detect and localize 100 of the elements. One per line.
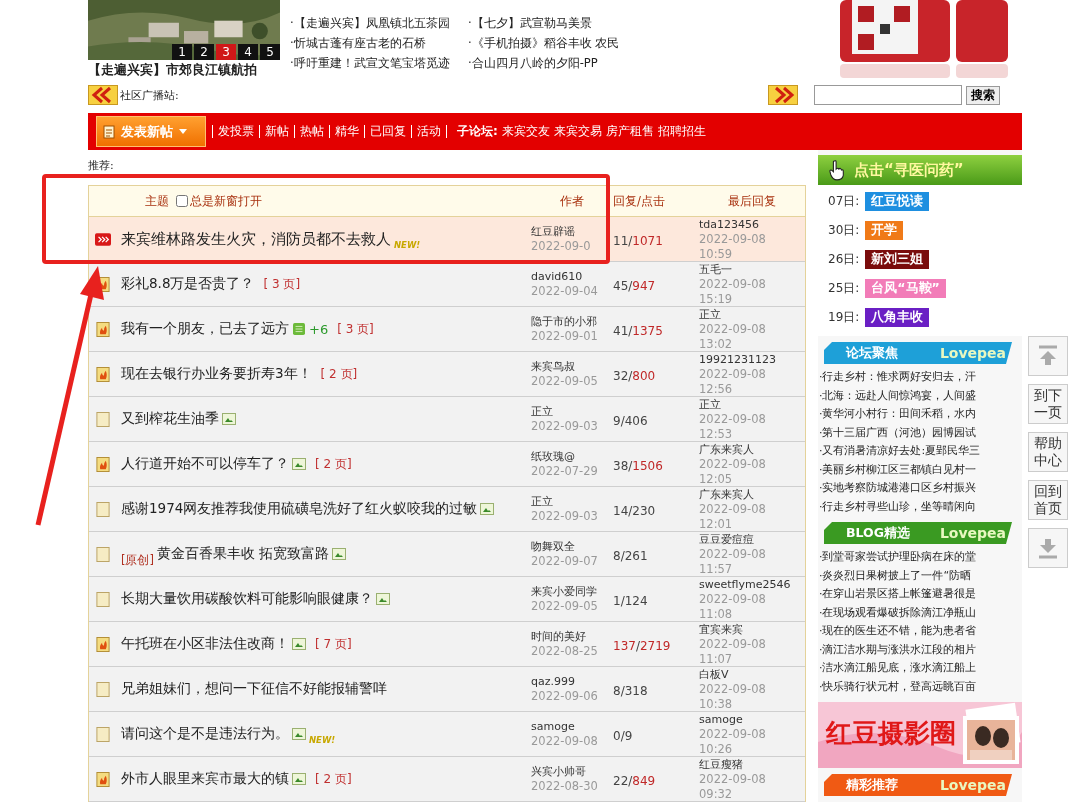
topic-row[interactable]: 现在去银行办业务要折寿3年！ [ 2 页] 来宾鸟叔 2022-09-05 32/800 19921231123 2022-09-08 12:56: [89, 352, 805, 397]
nav-link[interactable]: 发投票: [212, 125, 260, 138]
sidebar-link[interactable]: ·第十三届广西（河池）园博园试: [819, 423, 1022, 442]
author-name[interactable]: 正立: [531, 404, 613, 419]
author-name[interactable]: 吻舞双全: [531, 539, 613, 554]
last-reply-user[interactable]: samoge: [699, 712, 805, 727]
author-name[interactable]: 来宾鸟叔: [531, 359, 613, 374]
page-count-link[interactable]: [ 7 页]: [315, 635, 352, 653]
topic-title[interactable]: 兄弟姐妹们，想问一下征信不好能报辅警咩: [121, 680, 387, 698]
event-tag[interactable]: 八角丰收: [865, 308, 930, 327]
author-name[interactable]: qaz.999: [531, 674, 613, 689]
sidebar-link[interactable]: ·到堂哥家尝试护理卧病在床的堂: [819, 548, 1022, 567]
slide-tab[interactable]: 3: [216, 44, 236, 60]
page-count-link[interactable]: [ 2 页]: [315, 455, 352, 473]
sidebar-link[interactable]: ·黄华河小村行：田间禾稻，水内: [819, 405, 1022, 424]
author-name[interactable]: 纸玫瑰@: [531, 449, 613, 464]
topic-row[interactable]: 又到榨花生油季 正立 2022-09-03 9/406 正立 2022-09-08 12:53: [89, 397, 805, 442]
page-count-link[interactable]: [ 2 页]: [320, 365, 358, 383]
sidebar-link[interactable]: ·美丽乡村柳江区三都镇白见村一: [819, 460, 1022, 479]
topic-row[interactable]: 请问这个是不是违法行为。 NEW! samoge 2022-09-08 0/9 samoge 2022-09-08 10:26: [89, 712, 805, 757]
sidebar-link[interactable]: ·行走乡村：惟求两好安归去，汗: [819, 368, 1022, 387]
news-link[interactable]: ·合山四月八岭的夕阳-PP: [468, 54, 646, 72]
slide-tab[interactable]: 1: [172, 44, 192, 60]
sidebar-link[interactable]: ·实地考察防城港港口区乡村振兴: [819, 479, 1022, 498]
topic-title[interactable]: 现在去银行办业务要折寿3年！: [121, 365, 312, 383]
sidebar-link[interactable]: ·炎炎烈日果树披上了一件“防晒: [819, 566, 1022, 585]
author-name[interactable]: 红豆辟谣: [531, 224, 613, 239]
checkbox[interactable]: [176, 195, 188, 207]
nav-link[interactable]: 热帖: [295, 125, 330, 138]
float-nav-button[interactable]: 帮助中心: [1028, 432, 1068, 472]
subforum-link[interactable]: 来宾交友: [501, 123, 550, 140]
last-reply-user[interactable]: tda123456: [699, 217, 805, 232]
author-name[interactable]: 正立: [531, 494, 613, 509]
last-reply-user[interactable]: 正立: [699, 307, 805, 322]
topic-title[interactable]: 外市人眼里来宾市最大的镇: [121, 770, 289, 788]
topic-row[interactable]: [原创] 黄金百香果丰收 拓宽致富路 吻舞双全 2022-09-07 8/261 豆豆爱痘痘 2022-09-08 11:57: [89, 532, 805, 577]
sidebar-link[interactable]: ·现在的医生还不错，能为患者省: [819, 622, 1022, 641]
search-button[interactable]: 搜索: [966, 85, 1000, 105]
nav-link[interactable]: 新帖: [260, 125, 295, 138]
news-link[interactable]: ·《手机拍摄》稻谷丰收 农民: [468, 34, 646, 52]
topic-row[interactable]: 感谢1974网友推荐我使用硫磺皂洗好了红火蚁咬我的过敏 正立 2022-09-03 14/230 广东来宾人 2022-09-08 12:01: [89, 487, 805, 532]
author-name[interactable]: david610: [531, 269, 613, 284]
subforum-link[interactable]: 招聘招生: [657, 123, 706, 140]
topic-title[interactable]: 长期大量饮用碳酸饮料可能影响眼健康？: [121, 590, 373, 608]
topic-title[interactable]: 感谢1974网友推荐我使用硫磺皂洗好了红火蚁咬我的过敏: [121, 500, 478, 518]
author-name[interactable]: 来宾小爱同学: [531, 584, 613, 599]
slide-tab[interactable]: 5: [260, 44, 280, 60]
topic-row[interactable]: 我有一个朋友，已去了远方 +6 [ 3 页] 隐于市的小邪 2022-09-01 41/1375 正立 2022-09-08 13:02: [89, 307, 805, 352]
last-reply-user[interactable]: 广东来宾人: [699, 442, 805, 457]
last-reply-user[interactable]: 正立: [699, 397, 805, 412]
nav-link[interactable]: 已回复: [365, 125, 412, 138]
topic-title[interactable]: 黄金百香果丰收 拓宽致富路: [157, 545, 330, 563]
topic-row[interactable]: 兄弟姐妹们，想问一下征信不好能报辅警咩 qaz.999 2022-09-06 8/318 白板V 2022-09-08 10:38: [89, 667, 805, 712]
sidebar-link[interactable]: ·滴江洁水期与涨洪水江段的相片: [819, 640, 1022, 659]
back-to-top-button[interactable]: [1028, 336, 1068, 376]
search-field[interactable]: [814, 85, 962, 105]
sidebar-link[interactable]: ·洁水滴江船见底，涨水滴江船上: [819, 659, 1022, 678]
page-count-link[interactable]: [ 3 页]: [337, 320, 374, 338]
left-arrows-icon[interactable]: [88, 85, 118, 105]
last-reply-user[interactable]: 广东来宾人: [699, 487, 805, 502]
author-name[interactable]: 时间的美好: [531, 629, 613, 644]
float-nav-button[interactable]: 到下一页: [1028, 384, 1068, 424]
slide-tab[interactable]: 4: [238, 44, 258, 60]
last-reply-user[interactable]: 红豆瘦猪: [699, 757, 805, 772]
float-nav-button[interactable]: 回到首页: [1028, 480, 1068, 520]
topic-title[interactable]: 午托班在小区非法住改商！: [121, 635, 289, 653]
author-name[interactable]: 隐于市的小邪: [531, 314, 613, 329]
nav-link[interactable]: 活动: [412, 125, 447, 138]
sidebar-link[interactable]: ·北海：远赴人间惊鸿宴，人间盛: [819, 386, 1022, 405]
topic-title[interactable]: 请问这个是不是违法行为。: [121, 725, 289, 743]
last-reply-user[interactable]: 宜宾来宾: [699, 622, 805, 637]
last-reply-user[interactable]: 19921231123: [699, 352, 805, 367]
nav-link[interactable]: 精华: [330, 125, 365, 138]
last-reply-user[interactable]: sweetflyme2546: [699, 577, 805, 592]
news-link[interactable]: ·忻城古蓬有座古老的石桥: [290, 34, 468, 52]
subforum-link[interactable]: 来宾交易: [553, 123, 602, 140]
last-reply-user[interactable]: 白板V: [699, 667, 805, 682]
page-count-link[interactable]: [ 2 页]: [315, 770, 352, 788]
topic-row[interactable]: 午托班在小区非法住改商！ [ 7 页] 时间的美好 2022-08-25 137/2719 宜宾来宾 2022-09-08 11:07: [89, 622, 805, 667]
page-count-link[interactable]: [ 3 页]: [263, 275, 301, 293]
subforum-link[interactable]: 房产租售: [605, 123, 654, 140]
topic-row[interactable]: 彩礼8.8万是否贵了？ [ 3 页] david610 2022-09-04 45/947 五毛一 2022-09-08 15:19: [89, 262, 805, 307]
topic-row[interactable]: 来宾维林路发生火灾，消防员都不去救人 NEW! 红豆辟谣 2022-09-0 11/1071 tda123456 2022-09-08 10:59: [89, 217, 805, 262]
author-name[interactable]: 兴宾小帅哥: [531, 764, 613, 779]
right-arrows-icon[interactable]: [768, 85, 798, 105]
news-link[interactable]: ·呼吁重建！武宣文笔宝塔觅迹: [290, 54, 468, 72]
topic-title[interactable]: 彩礼8.8万是否贵了？: [121, 275, 255, 293]
topic-title[interactable]: 来宾维林路发生火灾，消防员都不去救人: [121, 229, 391, 249]
topic-row[interactable]: 外市人眼里来宾市最大的镇 [ 2 页] 兴宾小帅哥 2022-08-30 22/849 红豆瘦猪 2022-09-08 09:32: [89, 757, 805, 802]
last-reply-user[interactable]: 豆豆爱痘痘: [699, 532, 805, 547]
category-tag[interactable]: [原创]: [121, 552, 154, 568]
sidebar-link[interactable]: ·在现场观看爆破拆除滴江净瓶山: [819, 603, 1022, 622]
event-tag[interactable]: 新刘三姐: [865, 250, 930, 269]
sidebar-link[interactable]: ·快乐骑行状元村，登高远眺百亩: [819, 677, 1022, 696]
slide-tab[interactable]: 2: [194, 44, 214, 60]
topic-row[interactable]: 人行道开始不可以停车了？ [ 2 页] 纸玫瑰@ 2022-07-29 38/1506 广东来宾人 2022-09-08 12:05: [89, 442, 805, 487]
sidebar-link[interactable]: ·又有消暑清凉好去处:夏郢民华三: [819, 442, 1022, 461]
sidebar-link[interactable]: ·在穿山岩景区搭上帐篷避暑很是: [819, 585, 1022, 604]
news-link[interactable]: ·【七夕】武宣勒马美景: [468, 14, 646, 32]
topic-title[interactable]: 人行道开始不可以停车了？: [121, 455, 289, 473]
